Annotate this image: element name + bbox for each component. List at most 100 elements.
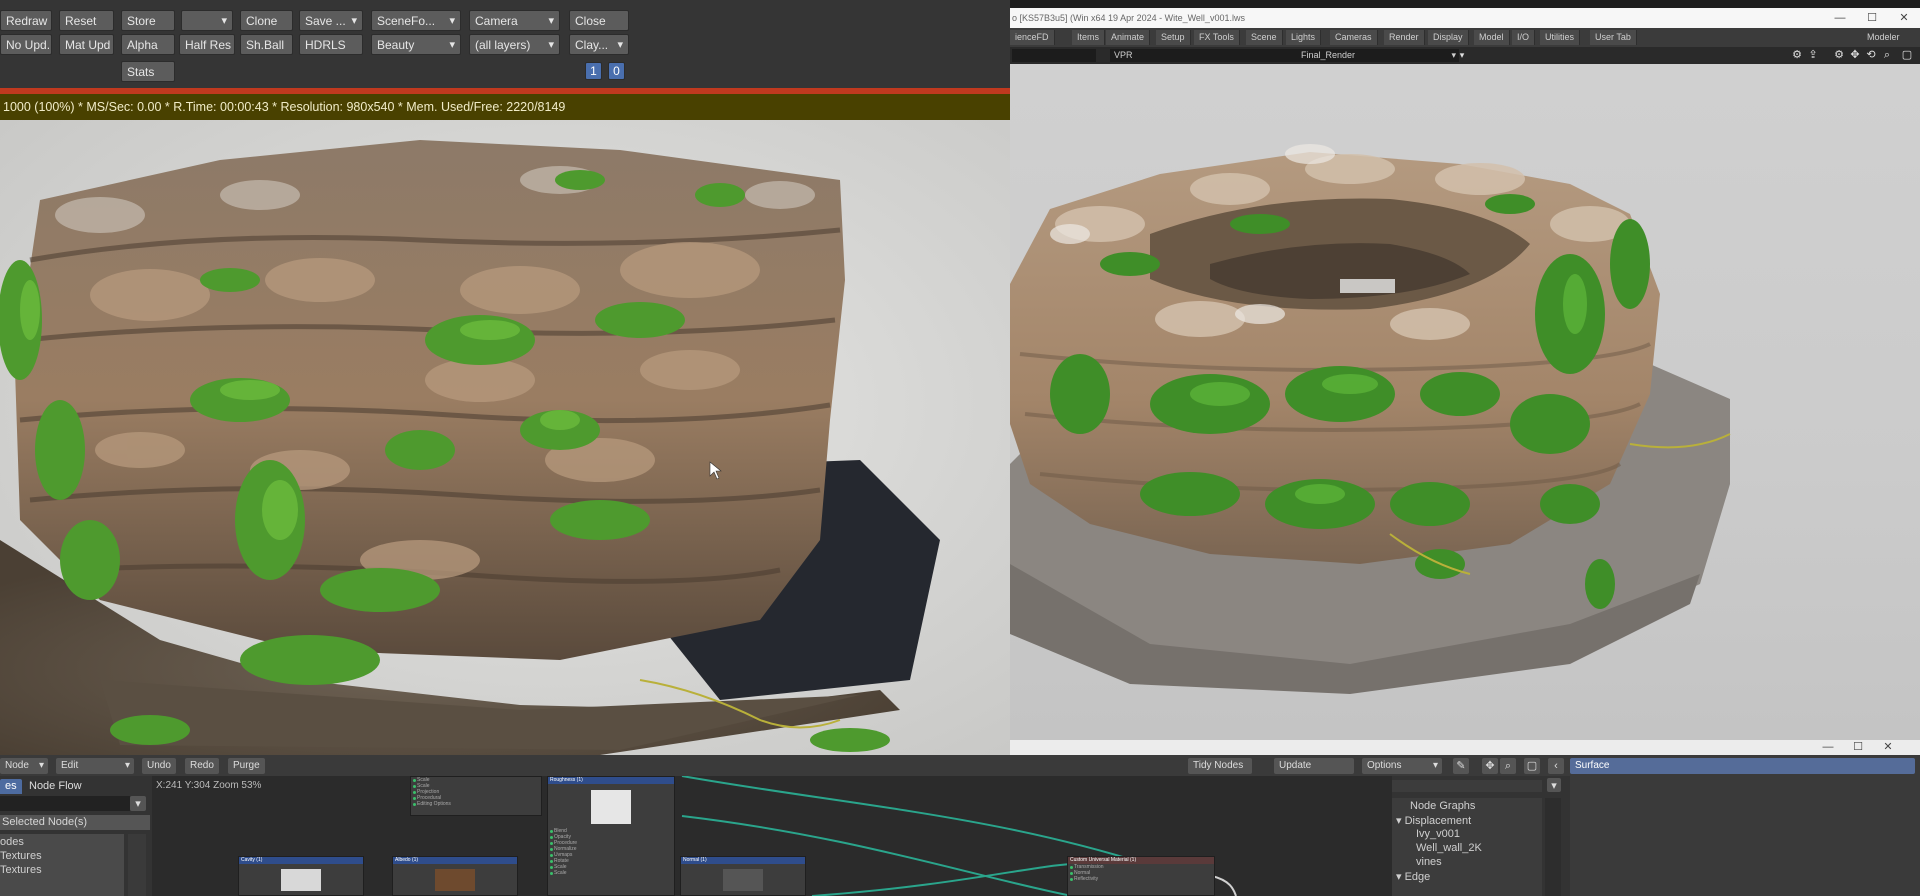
options-dropdown[interactable]: Options bbox=[1362, 758, 1442, 774]
chevron-down-icon[interactable]: ▾ bbox=[130, 796, 146, 811]
minimize-icon[interactable]: — bbox=[1816, 737, 1840, 757]
scene-format-dropdown[interactable]: SceneFo... bbox=[371, 10, 461, 31]
menu-tab-items[interactable]: Items bbox=[1072, 30, 1106, 45]
menu-tab-iencefd[interactable]: ienceFD bbox=[1010, 30, 1055, 45]
tree-item-displacement[interactable]: ▾ Displacement bbox=[1396, 814, 1471, 827]
node-universal-material[interactable]: Custom Universal Material (1) Transmissi… bbox=[1067, 856, 1215, 896]
move-icon[interactable]: ✥ bbox=[1848, 49, 1862, 62]
render-viewport[interactable] bbox=[0, 120, 1010, 755]
maximize-icon[interactable]: ☐ bbox=[1846, 737, 1870, 757]
node-albedo[interactable]: Albedo (1) bbox=[392, 856, 518, 896]
tab-nodes[interactable]: es bbox=[0, 779, 22, 794]
store-button[interactable]: Store bbox=[121, 10, 175, 31]
tree-item[interactable]: vines bbox=[1416, 856, 1442, 868]
texture-thumbnail bbox=[281, 869, 321, 891]
purge-button[interactable]: Purge bbox=[228, 758, 265, 774]
clay-dropdown[interactable]: Clay... bbox=[569, 34, 629, 55]
menu-tab-setup[interactable]: Setup bbox=[1156, 30, 1191, 45]
redo-button[interactable]: Redo bbox=[185, 758, 219, 774]
menu-tab-display[interactable]: Display bbox=[1428, 30, 1469, 45]
menu-tab-scene[interactable]: Scene bbox=[1246, 30, 1283, 45]
hdrls-button[interactable]: HDRLS bbox=[299, 34, 363, 55]
update-button[interactable]: Update bbox=[1274, 758, 1354, 774]
list-item[interactable]: Textures bbox=[0, 850, 42, 862]
viewport-type-select[interactable] bbox=[1012, 49, 1096, 62]
zoom-icon[interactable]: ⌕ bbox=[1880, 49, 1894, 62]
close-button[interactable]: Close bbox=[569, 10, 629, 31]
node-port[interactable]: Reflectivity bbox=[1068, 876, 1214, 882]
minimize-icon[interactable]: — bbox=[1828, 8, 1852, 28]
undo-button[interactable]: Undo bbox=[142, 758, 176, 774]
page-0-button[interactable]: 0 bbox=[608, 62, 625, 80]
no-update-button[interactable]: No Upd. bbox=[0, 34, 52, 55]
buffer-dropdown[interactable]: Beauty bbox=[371, 34, 461, 55]
tree-item-edge[interactable]: ▾ Edge bbox=[1396, 870, 1430, 883]
alpha-button[interactable]: Alpha bbox=[121, 34, 175, 55]
menu-tab-animate[interactable]: Animate bbox=[1106, 30, 1151, 45]
chevron-down-icon[interactable]: ▾ bbox=[1396, 871, 1405, 883]
stats-button[interactable]: Stats bbox=[121, 61, 175, 82]
vpr-viewport[interactable] bbox=[1010, 64, 1920, 740]
chevron-down-icon[interactable]: ▾ bbox=[1455, 49, 1469, 62]
close-icon[interactable]: ✕ bbox=[1892, 8, 1916, 28]
save-dropdown[interactable]: Save ... bbox=[299, 10, 363, 31]
view-mode-select[interactable]: VPR bbox=[1110, 49, 1305, 62]
menu-tab-cameras[interactable]: Cameras bbox=[1330, 30, 1378, 45]
rotate-icon[interactable]: ⟲ bbox=[1864, 49, 1878, 62]
edit-menu[interactable]: Edit bbox=[56, 758, 134, 774]
node-cavity[interactable]: Cavity (1) bbox=[238, 856, 364, 896]
node-graph-canvas[interactable]: X:241 Y:304 Zoom 53% Scale Scale Project… bbox=[152, 776, 1392, 896]
menu-tab-lights[interactable]: Lights bbox=[1286, 30, 1322, 45]
node-list[interactable]: odes Textures Textures bbox=[0, 834, 124, 896]
list-item[interactable]: Textures bbox=[0, 864, 42, 876]
graph-filter-input[interactable] bbox=[1392, 780, 1542, 792]
move-icon[interactable]: ✥ bbox=[1482, 758, 1498, 774]
surface-name-field[interactable]: Surface bbox=[1570, 758, 1915, 774]
chevron-left-icon[interactable]: ‹ bbox=[1548, 758, 1564, 774]
tidy-nodes-button[interactable]: Tidy Nodes bbox=[1188, 758, 1252, 774]
chevron-down-icon[interactable]: ▾ bbox=[1547, 778, 1561, 792]
half-res-button[interactable]: Half Res bbox=[179, 34, 235, 55]
node-search-input[interactable] bbox=[0, 796, 130, 811]
menu-tab-render[interactable]: Render bbox=[1384, 30, 1425, 45]
node-normal[interactable]: Normal (1) bbox=[680, 856, 806, 896]
maximize-viewport-icon[interactable]: ▢ bbox=[1900, 49, 1914, 62]
node-roughness[interactable]: Roughness (1) Blend Opacity Procedure No… bbox=[547, 776, 675, 896]
export-icon[interactable]: ⇪ bbox=[1806, 49, 1820, 62]
tree-item[interactable]: Ivy_v001 bbox=[1416, 828, 1460, 840]
maximize-icon[interactable]: ☐ bbox=[1860, 8, 1884, 28]
gear-icon[interactable]: ⚙ bbox=[1790, 49, 1804, 62]
modeler-switch[interactable]: Modeler bbox=[1862, 30, 1905, 45]
menu-tab-user-tab[interactable]: User Tab bbox=[1590, 30, 1637, 45]
page-1-button[interactable]: 1 bbox=[585, 62, 602, 80]
node-port[interactable]: Editing Options bbox=[411, 801, 541, 807]
node-menu[interactable]: Node bbox=[0, 758, 48, 774]
node-list-scrollbar[interactable] bbox=[128, 834, 146, 896]
render-mode-select[interactable]: Final_Render bbox=[1297, 49, 1459, 62]
settings-icon[interactable]: ⚙ bbox=[1832, 49, 1846, 62]
close-icon[interactable]: ✕ bbox=[1876, 737, 1900, 757]
menu-tab-utilities[interactable]: Utilities bbox=[1540, 30, 1581, 45]
graphs-scrollbar[interactable] bbox=[1545, 798, 1561, 896]
frame-icon[interactable]: ▢ bbox=[1524, 758, 1540, 774]
shader-ball-button[interactable]: Sh.Ball bbox=[240, 34, 293, 55]
node-graphs-tree[interactable]: Node Graphs ▾ Displacement Ivy_v001 Well… bbox=[1392, 798, 1542, 896]
clone-button[interactable]: Clone bbox=[240, 10, 293, 31]
redraw-button[interactable]: Redraw bbox=[0, 10, 52, 31]
chevron-down-icon[interactable]: ▾ bbox=[1396, 815, 1405, 827]
list-item[interactable]: odes bbox=[0, 836, 24, 848]
camera-dropdown[interactable]: Camera bbox=[469, 10, 560, 31]
reset-button[interactable]: Reset bbox=[59, 10, 114, 31]
zoom-icon[interactable]: ⌕ bbox=[1500, 758, 1516, 774]
node-port[interactable]: Scale bbox=[548, 870, 674, 876]
tree-item[interactable]: Well_wall_2K bbox=[1416, 842, 1482, 854]
store-slot-dropdown[interactable] bbox=[181, 10, 233, 31]
menu-tab-i-o[interactable]: I/O bbox=[1512, 30, 1536, 45]
pen-icon[interactable]: ✎ bbox=[1453, 758, 1469, 774]
node-top[interactable]: Scale Scale Projection Procedural Editin… bbox=[410, 776, 542, 816]
tab-node-flow[interactable]: Node Flow bbox=[24, 779, 87, 794]
layers-dropdown[interactable]: (all layers) bbox=[469, 34, 560, 55]
menu-tab-model[interactable]: Model bbox=[1474, 30, 1510, 45]
menu-tab-fx-tools[interactable]: FX Tools bbox=[1194, 30, 1240, 45]
material-update-button[interactable]: Mat Upd bbox=[59, 34, 114, 55]
